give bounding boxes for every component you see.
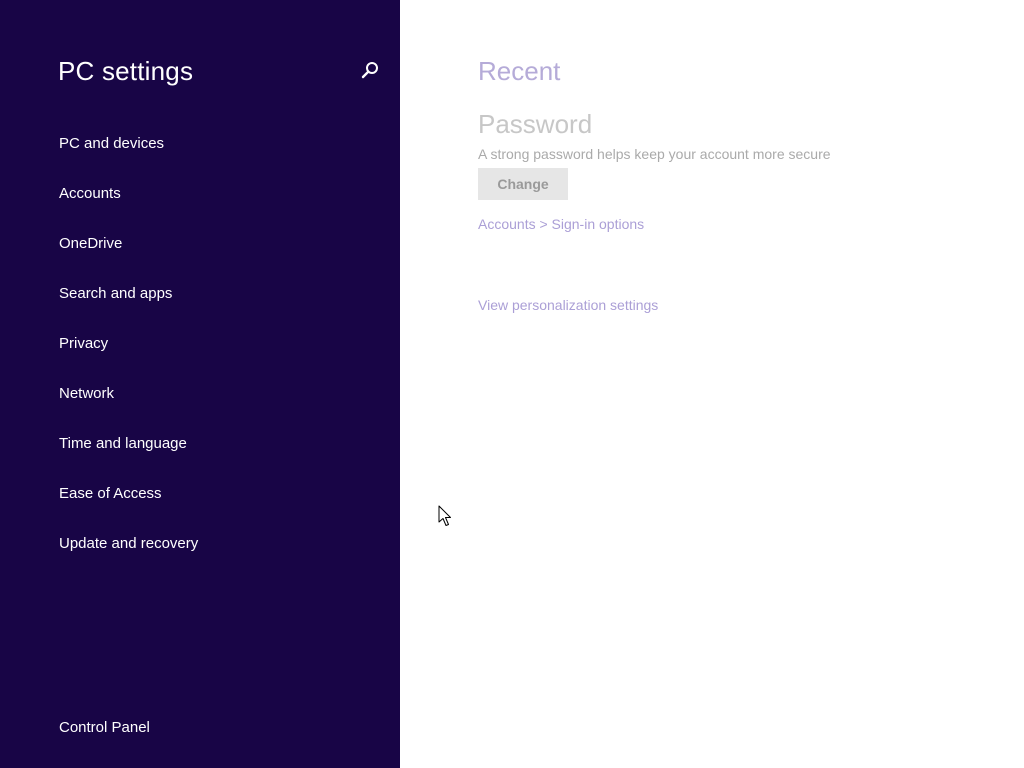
sidebar-item-onedrive[interactable]: OneDrive [59,232,198,282]
change-password-button[interactable]: Change [478,168,568,200]
recent-heading: Recent [478,56,561,86]
pc-settings-window: PC settings PC and devices Accounts OneD… [0,0,1024,768]
sidebar: PC settings PC and devices Accounts OneD… [0,0,400,768]
main-content: Recent Password A strong password helps … [400,0,1024,768]
sidebar-item-ease-of-access[interactable]: Ease of Access [59,482,198,532]
sign-in-options-link[interactable]: Accounts > Sign-in options [478,214,644,234]
sidebar-title: PC settings [58,56,194,86]
sidebar-nav: PC and devices Accounts OneDrive Search … [59,132,198,582]
sidebar-item-time-and-language[interactable]: Time and language [59,432,198,482]
sidebar-item-accounts[interactable]: Accounts [59,182,198,232]
password-section-title: Password [478,109,593,139]
mouse-pointer-icon [438,505,451,526]
sidebar-item-search-and-apps[interactable]: Search and apps [59,282,198,332]
search-icon [361,62,378,79]
password-description: A strong password helps keep your accoun… [478,146,831,162]
sidebar-item-update-and-recovery[interactable]: Update and recovery [59,532,198,582]
sidebar-item-pc-and-devices[interactable]: PC and devices [59,132,198,182]
sidebar-item-network[interactable]: Network [59,382,198,432]
sidebar-item-privacy[interactable]: Privacy [59,332,198,382]
view-personalization-link[interactable]: View personalization settings [478,295,658,315]
search-button[interactable] [360,60,380,80]
control-panel-link[interactable]: Control Panel [59,716,150,740]
